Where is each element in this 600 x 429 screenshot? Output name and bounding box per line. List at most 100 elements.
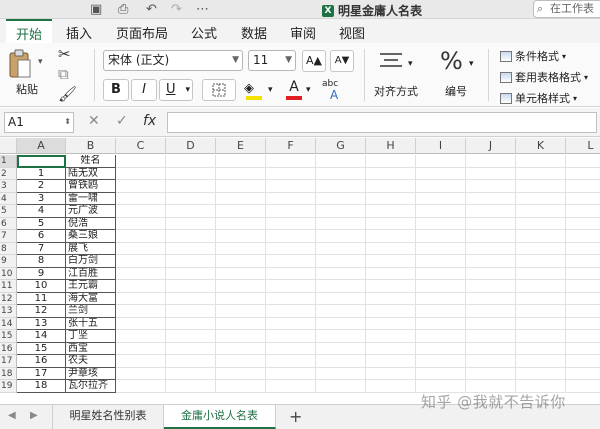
cell-e18[interactable]	[216, 367, 266, 380]
cell-f1[interactable]	[266, 155, 316, 168]
cell-d19[interactable]	[166, 380, 216, 393]
cell-a11[interactable]: 10	[17, 280, 66, 293]
text-wrap-button[interactable]: abc A	[322, 79, 350, 103]
cell-d17[interactable]	[166, 355, 216, 368]
cell-a6[interactable]: 5	[17, 217, 66, 230]
cell-i9[interactable]	[416, 255, 466, 268]
cell-g4[interactable]	[316, 192, 366, 205]
cell-b3[interactable]: 曾铁鸥	[66, 180, 116, 193]
grow-font-button[interactable]: A▲	[302, 50, 326, 72]
copy-icon[interactable]: ⧉	[58, 65, 69, 83]
cell-i5[interactable]	[416, 205, 466, 218]
cell-g10[interactable]	[316, 267, 366, 280]
select-all-corner[interactable]	[0, 138, 17, 154]
column-header-d[interactable]: D	[166, 138, 216, 154]
cell-d1[interactable]	[166, 155, 216, 168]
cell-e13[interactable]	[216, 305, 266, 318]
cell-i1[interactable]	[416, 155, 466, 168]
font-name-select[interactable]: 宋体 (正文) ▼	[103, 50, 243, 71]
cell-e11[interactable]	[216, 280, 266, 293]
cell-a1[interactable]	[17, 155, 66, 168]
chevron-down-icon[interactable]: ▾	[268, 85, 273, 95]
font-color-button[interactable]: A	[284, 79, 304, 101]
cell-h16[interactable]	[366, 342, 416, 355]
cell-a19[interactable]: 18	[17, 380, 66, 393]
cell-g8[interactable]	[316, 242, 366, 255]
cell-i6[interactable]	[416, 217, 466, 230]
print-icon[interactable]: ⎙	[118, 2, 128, 17]
cell-h1[interactable]	[366, 155, 416, 168]
cell-l19[interactable]	[566, 380, 600, 393]
cell-a4[interactable]: 3	[17, 192, 66, 205]
column-header-a[interactable]: A	[17, 138, 66, 154]
column-header-h[interactable]: H	[366, 138, 416, 154]
cell-b2[interactable]: 陆无双	[66, 167, 116, 180]
cell-e12[interactable]	[216, 292, 266, 305]
cell-g5[interactable]	[316, 205, 366, 218]
row-header[interactable]: 4	[0, 192, 17, 205]
cell-j5[interactable]	[466, 205, 516, 218]
cell-k10[interactable]	[516, 267, 566, 280]
cell-h3[interactable]	[366, 180, 416, 193]
cell-e4[interactable]	[216, 192, 266, 205]
cell-b10[interactable]: 江百胜	[66, 267, 116, 280]
row-header[interactable]: 15	[0, 330, 17, 343]
cell-d10[interactable]	[166, 267, 216, 280]
cell-l1[interactable]	[566, 155, 600, 168]
cell-c8[interactable]	[116, 242, 166, 255]
cell-e3[interactable]	[216, 180, 266, 193]
cell-f18[interactable]	[266, 367, 316, 380]
cell-d14[interactable]	[166, 317, 216, 330]
cell-h18[interactable]	[366, 367, 416, 380]
cell-h13[interactable]	[366, 305, 416, 318]
cell-g11[interactable]	[316, 280, 366, 293]
cell-e19[interactable]	[216, 380, 266, 393]
search-input[interactable]: ⌕ 在工作表	[533, 0, 600, 18]
cell-k3[interactable]	[516, 180, 566, 193]
format-as-table-button[interactable]: 套用表格格式 ▾	[500, 69, 588, 85]
cell-b7[interactable]: 桑三娘	[66, 230, 116, 243]
cell-j14[interactable]	[466, 317, 516, 330]
prev-sheet-icon[interactable]: ◀	[8, 410, 16, 421]
cell-j13[interactable]	[466, 305, 516, 318]
cell-k15[interactable]	[516, 330, 566, 343]
cell-d15[interactable]	[166, 330, 216, 343]
cancel-icon[interactable]: ✕	[88, 113, 100, 129]
cell-c5[interactable]	[116, 205, 166, 218]
cell-e16[interactable]	[216, 342, 266, 355]
column-header-i[interactable]: I	[416, 138, 466, 154]
conditional-format-button[interactable]: 条件格式 ▾	[500, 48, 566, 64]
row-header[interactable]: 12	[0, 292, 17, 305]
cell-h17[interactable]	[366, 355, 416, 368]
cell-a16[interactable]: 15	[17, 342, 66, 355]
tab-insert[interactable]: 插入	[66, 23, 92, 42]
cell-f17[interactable]	[266, 355, 316, 368]
tab-home[interactable]: 开始	[6, 19, 53, 43]
cell-l3[interactable]	[566, 180, 600, 193]
cell-k14[interactable]	[516, 317, 566, 330]
cell-f6[interactable]	[266, 217, 316, 230]
cell-f4[interactable]	[266, 192, 316, 205]
cell-j2[interactable]	[466, 167, 516, 180]
cell-h15[interactable]	[366, 330, 416, 343]
row-header[interactable]: 9	[0, 255, 17, 268]
chevron-down-icon[interactable]: ▾	[408, 59, 413, 69]
cell-f9[interactable]	[266, 255, 316, 268]
cell-j15[interactable]	[466, 330, 516, 343]
row-header[interactable]: 14	[0, 317, 17, 330]
bold-button[interactable]: B	[103, 79, 129, 101]
cell-i10[interactable]	[416, 267, 466, 280]
cell-b16[interactable]: 西宝	[66, 342, 116, 355]
cell-e6[interactable]	[216, 217, 266, 230]
cell-l15[interactable]	[566, 330, 600, 343]
chevron-down-icon[interactable]: ▾	[306, 85, 311, 95]
cell-c7[interactable]	[116, 230, 166, 243]
cell-a5[interactable]: 4	[17, 205, 66, 218]
cell-l5[interactable]	[566, 205, 600, 218]
cell-a12[interactable]: 11	[17, 292, 66, 305]
cell-j11[interactable]	[466, 280, 516, 293]
cell-f5[interactable]	[266, 205, 316, 218]
cell-d18[interactable]	[166, 367, 216, 380]
cell-g7[interactable]	[316, 230, 366, 243]
cell-a14[interactable]: 13	[17, 317, 66, 330]
